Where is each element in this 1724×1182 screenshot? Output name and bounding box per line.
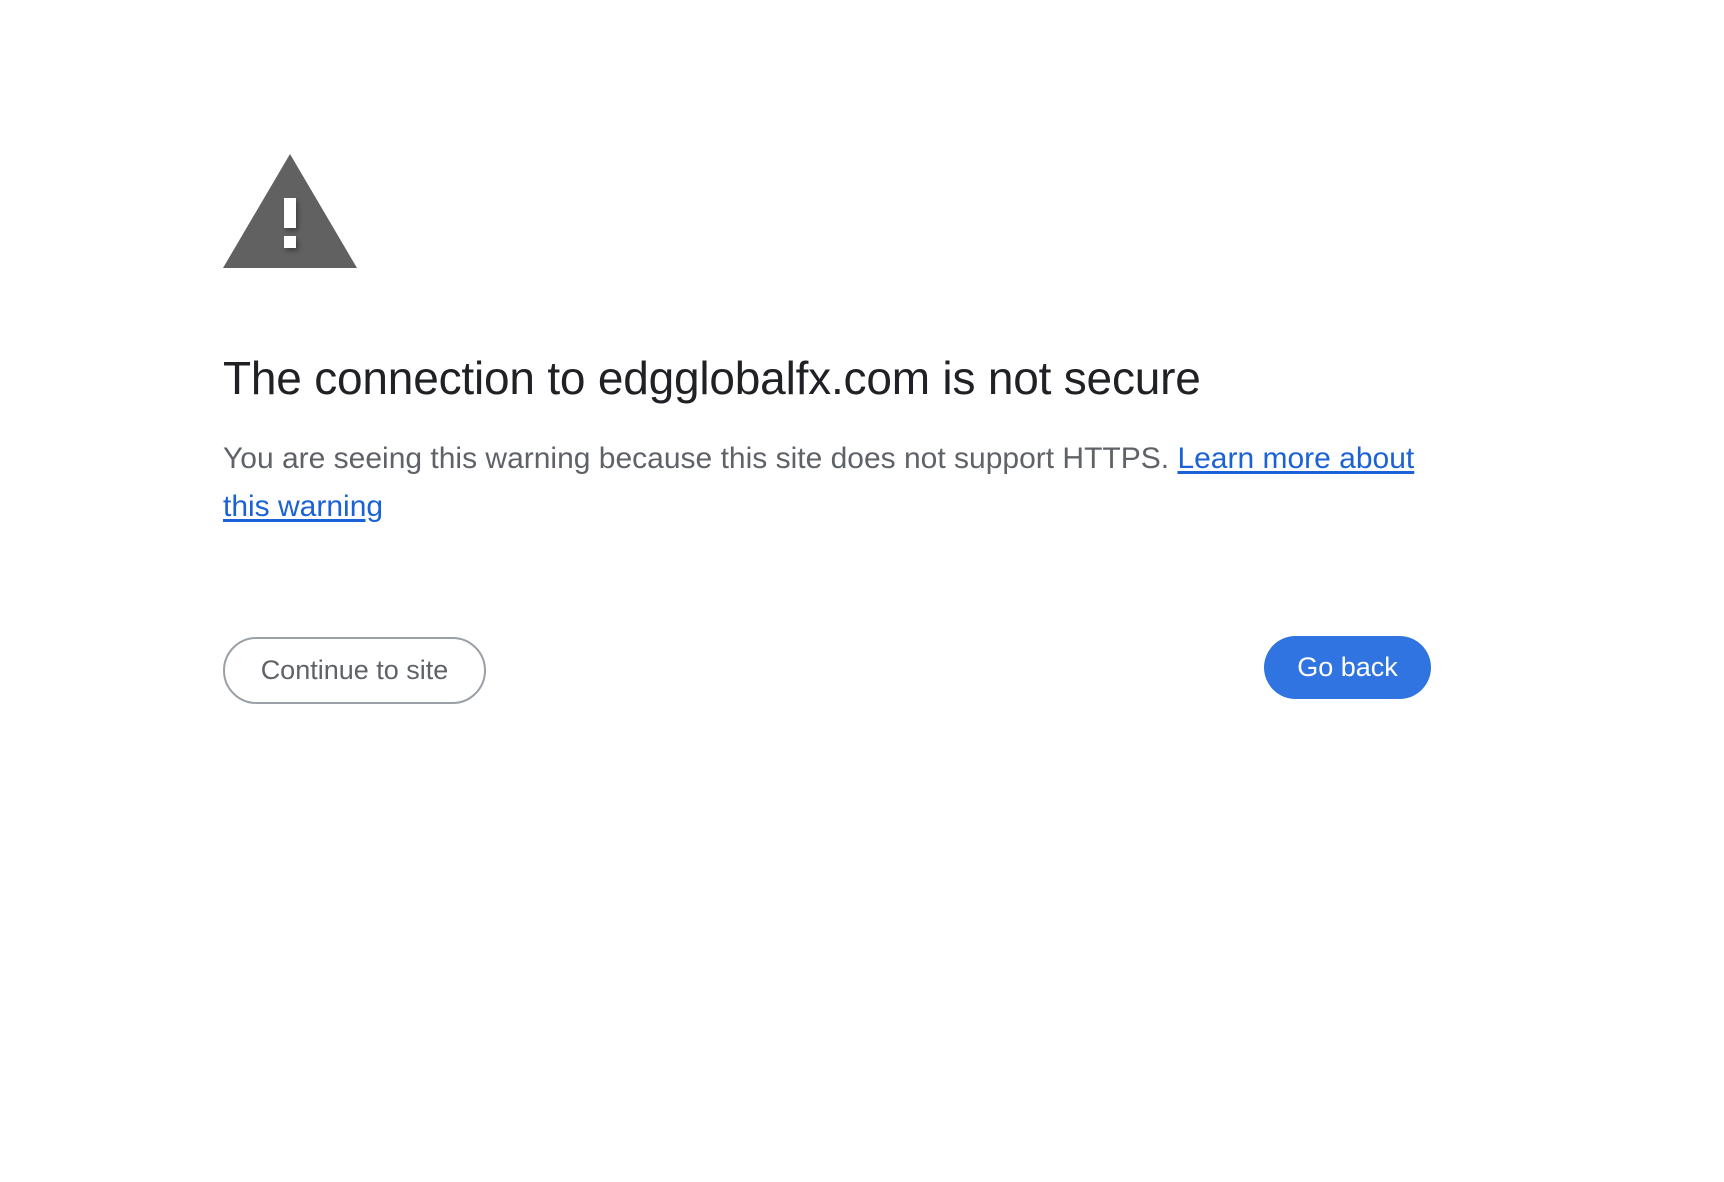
continue-to-site-button[interactable]: Continue to site [223, 637, 486, 704]
explanation-body: You are seeing this warning because this… [223, 442, 1178, 475]
go-back-button[interactable]: Go back [1264, 636, 1431, 699]
warning-triangle-icon [223, 154, 357, 268]
page-title: The connection to edgglobalfx.com is not… [223, 352, 1201, 404]
button-row: Continue to site Go back [223, 636, 1433, 704]
interstitial-container: The connection to edgglobalfx.com is not… [223, 150, 1433, 704]
explanation-text: You are seeing this warning because this… [223, 435, 1433, 531]
